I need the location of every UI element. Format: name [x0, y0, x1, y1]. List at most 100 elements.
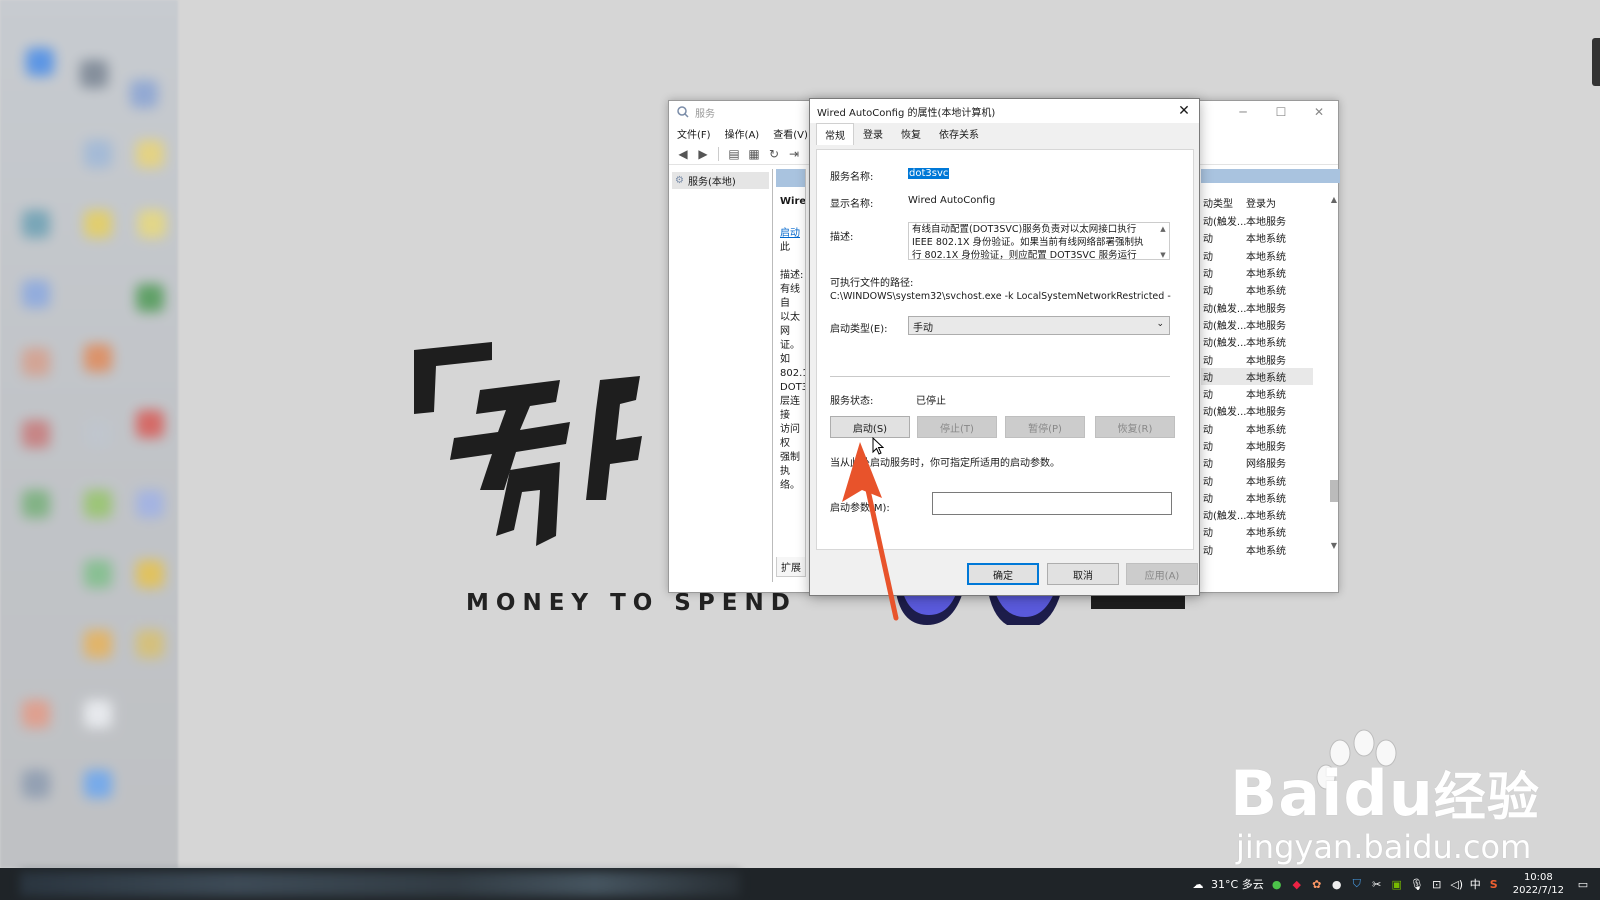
minimize-button[interactable]: ─ [1224, 101, 1262, 123]
column-logon-as[interactable]: 登录为 [1246, 195, 1306, 212]
sogou-icon[interactable]: S [1487, 877, 1501, 891]
tab-logon[interactable]: 登录 [854, 122, 892, 145]
table-row[interactable]: 动 本地系统 [1201, 229, 1313, 246]
cell-logon-as: 网络服务 [1246, 459, 1286, 471]
table-row[interactable]: 动 本地系统 [1201, 523, 1313, 540]
cancel-button[interactable]: 取消 [1047, 563, 1119, 585]
table-row[interactable]: 动(触发... 本地服务 [1201, 298, 1313, 315]
cell-startup-type: 动 [1203, 372, 1213, 384]
table-row[interactable]: 动 本地系统 [1201, 420, 1313, 437]
tab-extended[interactable]: 扩展 [776, 557, 806, 577]
cell-logon-as: 本地系统 [1246, 424, 1286, 436]
chevron-down-icon: ⌄ [1156, 319, 1164, 329]
path-label: 可执行文件的路径: [830, 278, 914, 289]
cell-logon-as: 本地服务 [1246, 355, 1286, 367]
table-row[interactable]: 动(触发... 本地系统 [1201, 506, 1313, 523]
export-icon[interactable]: ⇥ [786, 146, 802, 162]
column-startup-type[interactable]: 动类型 [1201, 195, 1246, 212]
forward-arrow-icon[interactable]: ▶ [695, 146, 711, 162]
properties-icon[interactable]: ▦ [746, 146, 762, 162]
table-row[interactable]: 动 本地服务 [1201, 350, 1313, 367]
qq-icon[interactable]: ● [1330, 877, 1344, 891]
table-row[interactable]: 动(触发... 本地服务 [1201, 212, 1313, 229]
table-row[interactable]: 动 网络服务 [1201, 454, 1313, 471]
table-row[interactable]: 动 本地系统 [1201, 471, 1313, 488]
clock[interactable]: 10:08 2022/7/12 [1513, 871, 1564, 897]
detail-desc-line: 证。如 [780, 340, 800, 365]
service-status-value: 已停止 [916, 396, 946, 407]
description-scrollbar[interactable]: ▲ ▼ [1158, 223, 1168, 259]
weather-text[interactable]: 31°C 多云 [1211, 876, 1264, 892]
table-row[interactable]: 动(触发... 本地服务 [1201, 402, 1313, 419]
menu-file[interactable]: 文件(F) [677, 126, 711, 141]
app-tray-icon[interactable]: ◆ [1290, 877, 1304, 891]
display-name-value[interactable]: Wired AutoConfig [908, 195, 995, 206]
console-tree-icon[interactable]: ▤ [726, 146, 742, 162]
detail-start-link[interactable]: 启动 [780, 228, 800, 239]
tab-recovery[interactable]: 恢复 [892, 122, 930, 145]
apply-button[interactable]: 应用(A) [1126, 563, 1198, 585]
close-button[interactable]: ✕ [1300, 101, 1338, 123]
table-row[interactable]: 动 本地系统 [1201, 281, 1313, 298]
description-line: 行 802.1X 身份验证，则应配置 DOT3SVC 服务运行 [912, 250, 1137, 260]
service-name-value[interactable]: dot3svc [908, 168, 950, 179]
menu-view[interactable]: 查看(V) [773, 126, 808, 141]
menu-action[interactable]: 操作(A) [725, 126, 760, 141]
table-row[interactable]: 动 本地系统 [1201, 385, 1313, 402]
watermark-jingyan: 经验 [1433, 768, 1540, 828]
ime-indicator[interactable]: 中 [1470, 876, 1481, 892]
network-icon[interactable]: ⊡ [1430, 877, 1444, 891]
refresh-icon[interactable]: ↻ [766, 146, 782, 162]
detail-desc-line: DOT3 [780, 382, 806, 393]
nvidia-icon[interactable]: ▣ [1390, 877, 1404, 891]
start-params-input[interactable] [932, 492, 1172, 515]
watermark-url: jingyan.baidu.com [1236, 828, 1532, 866]
cloud-weather-icon[interactable]: ☁ [1191, 877, 1205, 891]
wechat-icon[interactable]: ● [1270, 877, 1284, 891]
cell-startup-type: 动 [1203, 251, 1213, 263]
stop-button[interactable]: 停止(T) [917, 416, 997, 438]
startup-type-value: 手动 [913, 323, 933, 334]
gear-icon: ⚙ [675, 175, 684, 186]
tab-general[interactable]: 常规 [816, 123, 854, 145]
toolbar-separator [718, 146, 719, 161]
maximize-button[interactable]: ☐ [1262, 101, 1300, 123]
scroll-up-icon[interactable]: ▲ [1328, 195, 1340, 204]
cell-startup-type: 动(触发... [1203, 338, 1246, 350]
section-divider [830, 376, 1170, 377]
table-row[interactable]: 动(触发... 本地系统 [1201, 333, 1313, 350]
table-row[interactable]: 动 本地服务 [1201, 437, 1313, 454]
table-row[interactable]: 动 本地系统 [1201, 541, 1313, 558]
app-tray-icon[interactable]: ✿ [1310, 877, 1324, 891]
resume-button[interactable]: 恢复(R) [1095, 416, 1175, 438]
cell-startup-type: 动 [1203, 286, 1213, 298]
microphone-icon[interactable]: 🎙 [1410, 877, 1424, 891]
clock-time: 10:08 [1523, 872, 1553, 883]
app-tray-icon[interactable]: ✂ [1370, 877, 1384, 891]
table-row[interactable]: 动 本地系统 [1201, 367, 1313, 385]
cell-logon-as: 本地系统 [1246, 390, 1286, 402]
detail-desc-label: 描述: [780, 270, 804, 281]
table-row[interactable]: 动 本地系统 [1201, 489, 1313, 506]
table-row[interactable]: 动 本地系统 [1201, 264, 1313, 281]
dialog-title: Wired AutoConfig 的属性(本地计算机) [817, 107, 996, 119]
pause-button[interactable]: 暂停(P) [1005, 416, 1085, 438]
tree-node-services-local[interactable]: ⚙ 服务(本地) [672, 172, 769, 189]
tab-dependencies[interactable]: 依存关系 [930, 122, 988, 145]
cell-startup-type: 动(触发... [1203, 320, 1246, 332]
services-list-scrollbar[interactable]: ▲ ▼ [1328, 195, 1340, 550]
dialog-close-button[interactable]: ✕ [1169, 99, 1199, 123]
table-row[interactable]: 动 本地系统 [1201, 247, 1313, 264]
startup-type-dropdown[interactable]: 手动 ⌄ [908, 316, 1170, 335]
start-button[interactable]: 启动(S) [830, 416, 910, 438]
table-row[interactable]: 动(触发... 本地服务 [1201, 316, 1313, 333]
shield-icon[interactable]: ⛉ [1350, 877, 1364, 891]
scrollbar-thumb[interactable] [1330, 480, 1338, 502]
back-arrow-icon[interactable]: ◀ [675, 146, 691, 162]
cell-logon-as: 本地系统 [1246, 251, 1286, 263]
volume-icon[interactable]: ◁) [1450, 877, 1464, 891]
ok-button[interactable]: 确定 [967, 563, 1039, 585]
scroll-down-icon[interactable]: ▼ [1328, 541, 1340, 550]
notification-icon[interactable]: ▭ [1576, 877, 1590, 891]
description-textbox[interactable]: 有线自动配置(DOT3SVC)服务负责对以太网接口执行 IEEE 802.1X … [908, 222, 1170, 260]
